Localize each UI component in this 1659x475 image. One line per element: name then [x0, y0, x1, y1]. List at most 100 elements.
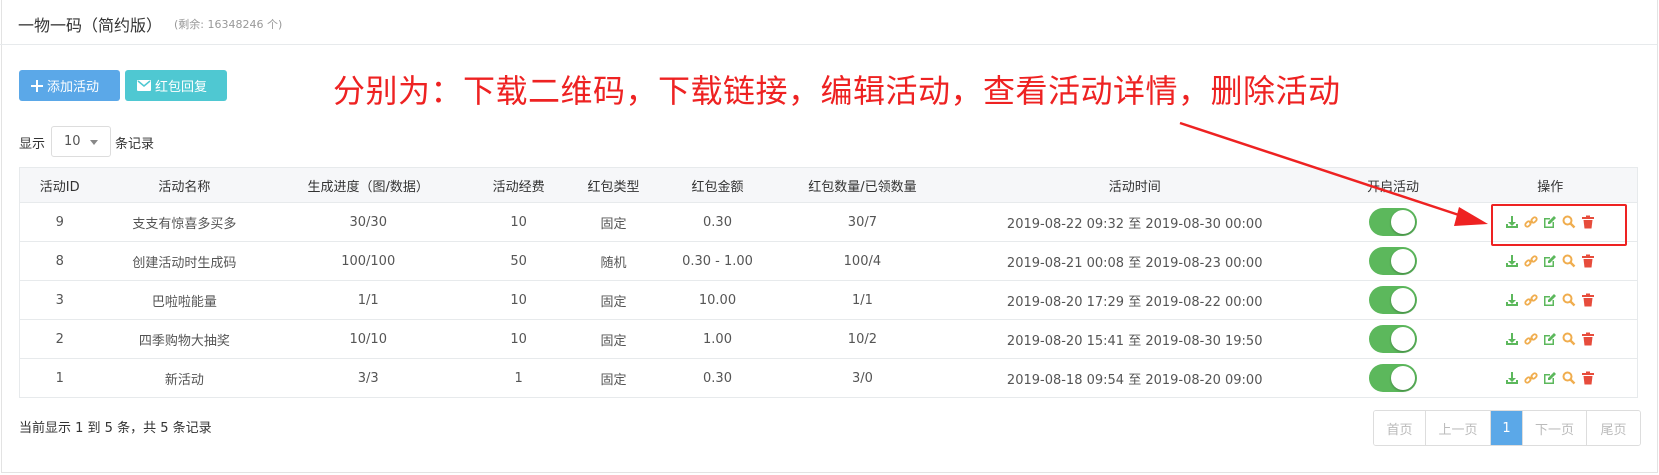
- toggle-knob: [1391, 210, 1416, 234]
- col-header-amount[interactable]: 红包金额: [657, 167, 778, 203]
- search-icon: [1561, 253, 1577, 269]
- col-header-name[interactable]: 活动名称: [99, 167, 270, 203]
- enable-toggle[interactable]: [1369, 364, 1418, 392]
- row-name: 创建活动时生成码: [99, 241, 270, 281]
- highlight-box: [1491, 204, 1627, 246]
- download-qrcode-button[interactable]: [1504, 292, 1520, 308]
- delete-activity-button[interactable]: [1580, 253, 1596, 269]
- toggle-knob: [1391, 249, 1416, 273]
- trash-icon: [1580, 331, 1596, 347]
- download-link-button[interactable]: [1523, 292, 1539, 308]
- edit-activity-button[interactable]: [1542, 370, 1558, 386]
- col-header-budget[interactable]: 活动经费: [467, 167, 571, 203]
- row-budget: 1: [467, 358, 571, 398]
- download-link-button[interactable]: [1523, 331, 1539, 347]
- envelope-icon: [137, 80, 151, 91]
- download-link-button[interactable]: [1523, 253, 1539, 269]
- row-actions: [1463, 241, 1639, 281]
- col-header-count[interactable]: 红包数量/已领数量: [777, 167, 947, 203]
- row-amount: 0.30: [657, 358, 778, 398]
- enable-toggle[interactable]: [1369, 208, 1418, 236]
- caret-down-icon: [90, 140, 98, 145]
- trash-icon: [1580, 370, 1596, 386]
- delete-activity-button[interactable]: [1580, 331, 1596, 347]
- row-budget: 10: [467, 280, 571, 320]
- row-time: 2019-08-21 00:08 至 2019-08-23 00:00: [946, 241, 1323, 281]
- row-amount: 0.30 - 1.00: [657, 241, 778, 281]
- pagination: 首页 上一页 1 下一页 尾页: [1373, 410, 1641, 446]
- enable-toggle[interactable]: [1369, 286, 1418, 314]
- download-qrcode-button[interactable]: [1504, 253, 1520, 269]
- col-header-progress[interactable]: 生成进度（图/数据）: [269, 167, 468, 203]
- row-actions: [1463, 280, 1639, 320]
- col-header-enabled[interactable]: 开启活动: [1322, 167, 1464, 203]
- download-icon: [1504, 370, 1520, 386]
- toggle-knob: [1391, 366, 1416, 390]
- col-header-time[interactable]: 活动时间: [946, 167, 1323, 203]
- page-first[interactable]: 首页: [1374, 411, 1426, 445]
- row-progress: 100/100: [269, 241, 468, 281]
- row-progress: 1/1: [269, 280, 468, 320]
- table-row: 3 巴啦啦能量 1/1 10 固定 10.00 1/1 2019-08-20 17:29 至 …: [19, 280, 1639, 320]
- download-icon: [1504, 292, 1520, 308]
- table-row: 9 支支有惊喜多买多 30/30 10 固定 0.30 30/7 2019-08-22 09:…: [19, 202, 1639, 242]
- add-activity-button[interactable]: 添加活动: [19, 70, 120, 101]
- edit-activity-button[interactable]: [1542, 331, 1558, 347]
- toggle-knob: [1391, 327, 1416, 351]
- download-qrcode-button[interactable]: [1504, 331, 1520, 347]
- search-icon: [1561, 331, 1577, 347]
- row-id: 2: [19, 319, 100, 359]
- redpacket-reply-button[interactable]: 红包回复: [125, 70, 227, 101]
- annotation-text: 分别为：下载二维码，下载链接，编辑活动，查看活动详情，删除活动: [333, 72, 1341, 110]
- view-details-button[interactable]: [1561, 292, 1577, 308]
- delete-activity-button[interactable]: [1580, 292, 1596, 308]
- view-details-button[interactable]: [1561, 370, 1577, 386]
- link-icon: [1523, 292, 1539, 308]
- link-icon: [1523, 370, 1539, 386]
- row-type: 固定: [570, 202, 658, 242]
- row-count: 30/7: [777, 202, 947, 242]
- col-header-id[interactable]: 活动ID: [19, 167, 100, 203]
- download-qrcode-button[interactable]: [1504, 370, 1520, 386]
- edit-icon: [1542, 292, 1558, 308]
- page-current[interactable]: 1: [1491, 411, 1523, 445]
- link-icon: [1523, 253, 1539, 269]
- row-type: 固定: [570, 358, 658, 398]
- row-name: 支支有惊喜多买多: [99, 202, 270, 242]
- row-time: 2019-08-20 17:29 至 2019-08-22 00:00: [946, 280, 1323, 320]
- enable-toggle[interactable]: [1369, 247, 1418, 275]
- page-length-select[interactable]: 10: [51, 126, 111, 157]
- row-time: 2019-08-20 15:41 至 2019-08-30 19:50: [946, 319, 1323, 359]
- row-type: 固定: [570, 319, 658, 359]
- view-details-button[interactable]: [1561, 253, 1577, 269]
- delete-activity-button[interactable]: [1580, 370, 1596, 386]
- page-last[interactable]: 尾页: [1587, 411, 1640, 445]
- col-header-type[interactable]: 红包类型: [570, 167, 658, 203]
- row-time: 2019-08-22 09:32 至 2019-08-30 00:00: [946, 202, 1323, 242]
- page-prev[interactable]: 上一页: [1426, 411, 1491, 445]
- table-row: 2 四季购物大抽奖 10/10 10 固定 1.00 10/2 2019-08-20 15:4…: [19, 319, 1639, 359]
- row-amount: 10.00: [657, 280, 778, 320]
- row-name: 四季购物大抽奖: [99, 319, 270, 359]
- activity-table: 活动ID 活动名称 生成进度（图/数据） 活动经费 红包类型 红包金额 红包数量…: [19, 167, 1639, 398]
- row-actions: [1463, 319, 1639, 359]
- edit-activity-button[interactable]: [1542, 253, 1558, 269]
- download-link-button[interactable]: [1523, 370, 1539, 386]
- page-next[interactable]: 下一页: [1523, 411, 1587, 445]
- plus-icon: [31, 79, 43, 92]
- action-icons: [1504, 370, 1596, 386]
- download-icon: [1504, 253, 1520, 269]
- edit-activity-button[interactable]: [1542, 292, 1558, 308]
- row-enabled: [1322, 280, 1464, 320]
- row-enabled: [1322, 202, 1464, 242]
- table-header-row: 活动ID 活动名称 生成进度（图/数据） 活动经费 红包类型 红包金额 红包数量…: [19, 167, 1639, 203]
- row-progress: 30/30: [269, 202, 468, 242]
- download-icon: [1504, 331, 1520, 347]
- enable-toggle[interactable]: [1369, 325, 1418, 353]
- row-enabled: [1322, 319, 1464, 359]
- view-details-button[interactable]: [1561, 331, 1577, 347]
- action-icons: [1504, 292, 1596, 308]
- link-icon: [1523, 331, 1539, 347]
- row-amount: 0.30: [657, 202, 778, 242]
- row-id: 8: [19, 241, 100, 281]
